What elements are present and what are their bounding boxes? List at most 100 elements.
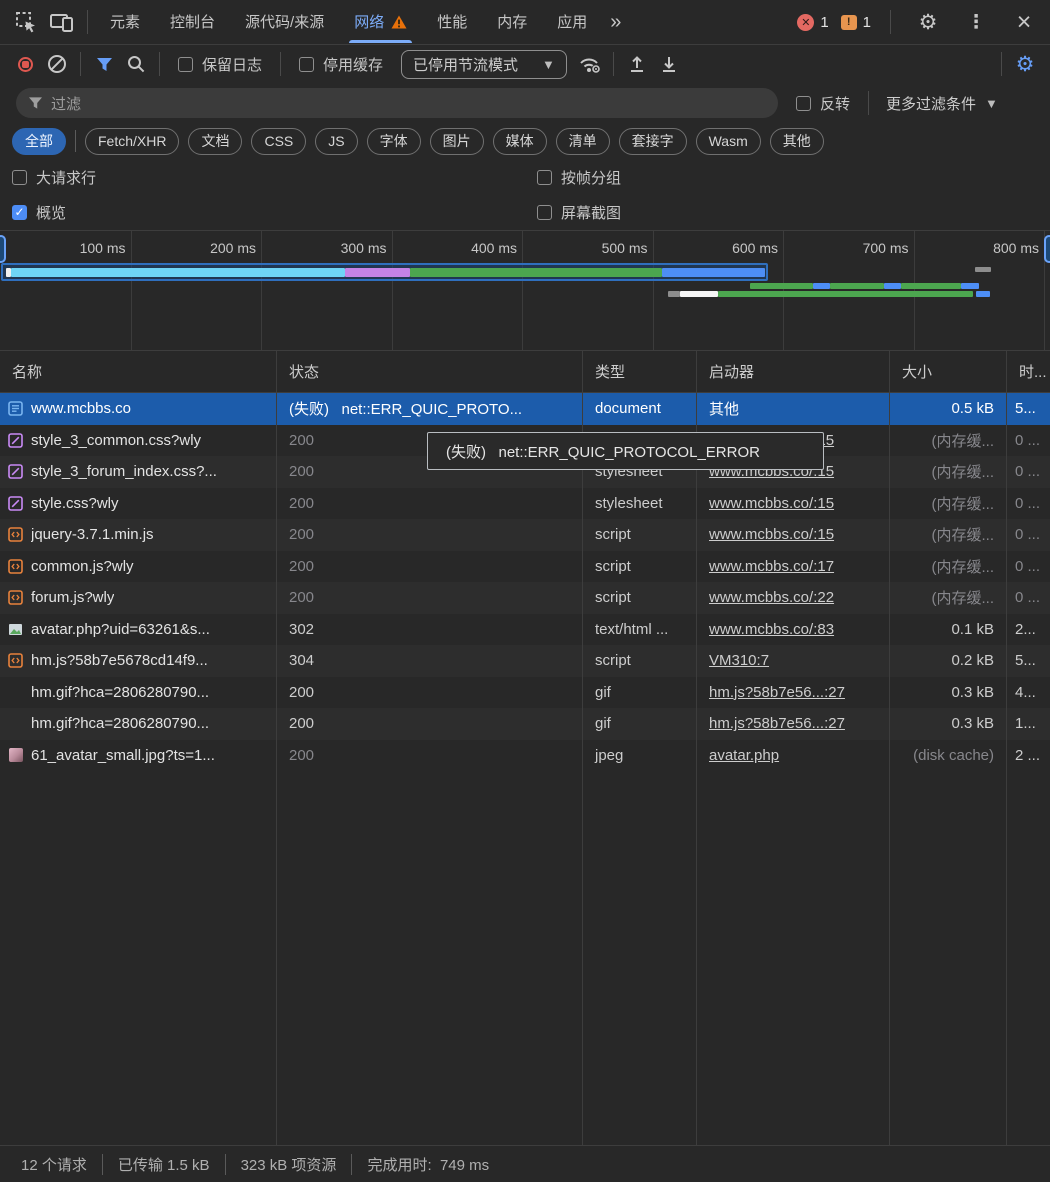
tab-elements[interactable]: 元素	[95, 0, 155, 43]
filter-funnel-icon	[97, 58, 112, 71]
tab-console[interactable]: 控制台	[155, 0, 230, 43]
filter-chip-doc[interactable]: 文档	[188, 128, 242, 155]
size-cell: 0.3 kB	[890, 708, 1007, 740]
size-cell: (内存缓...	[890, 519, 1007, 551]
request-name: style_3_forum_index.css?...	[31, 463, 217, 480]
initiator-link[interactable]: www.mcbbs.co/:15	[709, 495, 834, 512]
time-cell: 5...	[1007, 645, 1050, 677]
status-cell: 302	[277, 614, 583, 646]
filter-toggle-button[interactable]	[88, 49, 120, 79]
device-toolbar-icon[interactable]	[44, 4, 80, 40]
disable-cache-checkbox[interactable]: 停用缓存	[299, 54, 383, 75]
issue-badges: ✕ 1 ! 1 ⚙ ⋮ ×	[797, 4, 1042, 40]
network-settings-gear-icon[interactable]: ⚙	[1009, 49, 1041, 79]
network-conditions-button[interactable]	[574, 49, 606, 79]
request-name-cell: hm.gif?hca=2806280790...	[0, 677, 277, 709]
initiator-link[interactable]: www.mcbbs.co/:15	[709, 526, 834, 543]
table-row[interactable]: forum.js?wly200scriptwww.mcbbs.co/:22(内存…	[0, 582, 1050, 614]
close-icon[interactable]: ×	[1006, 4, 1042, 40]
inspect-element-icon[interactable]	[8, 4, 44, 40]
tab-memory[interactable]: 内存	[482, 0, 542, 43]
filter-placeholder: 过滤	[51, 93, 81, 114]
filter-chip-wasm[interactable]: Wasm	[696, 128, 761, 155]
overview-left-handle[interactable]	[0, 235, 6, 263]
table-row[interactable]: common.js?wly200scriptwww.mcbbs.co/:17(内…	[0, 551, 1050, 583]
record-button[interactable]	[9, 49, 41, 79]
search-icon	[127, 55, 145, 73]
column-header-initiator[interactable]: 启动器	[697, 351, 890, 392]
time-cell: 0 ...	[1007, 488, 1050, 520]
preserve-log-checkbox[interactable]: 保留日志	[178, 54, 262, 75]
overview-right-handle[interactable]	[1044, 235, 1050, 263]
screenshots-checkbox[interactable]: 屏幕截图	[537, 195, 1038, 230]
filter-chip-img[interactable]: 图片	[430, 128, 484, 155]
initiator-link[interactable]: VM310:7	[709, 652, 769, 669]
import-har-button[interactable]	[621, 49, 653, 79]
status-cell: 200	[277, 551, 583, 583]
overview-request-bar	[718, 291, 973, 297]
overview-track[interactable]: 100 ms200 ms300 ms400 ms500 ms600 ms700 …	[0, 231, 1050, 351]
filter-chip-manifest[interactable]: 清单	[556, 128, 610, 155]
filter-chip-media[interactable]: 媒体	[493, 128, 547, 155]
filter-chip-css[interactable]: CSS	[251, 128, 306, 155]
more-tabs-icon[interactable]: »	[602, 11, 629, 34]
filter-chip-font[interactable]: 字体	[367, 128, 421, 155]
tab-network[interactable]: 网络	[339, 0, 422, 43]
table-row[interactable]: avatar.php?uid=63261&s...302text/html ..…	[0, 614, 1050, 646]
tab-application[interactable]: 应用	[542, 0, 602, 43]
initiator-link[interactable]: avatar.php	[709, 747, 779, 764]
chip-label: 图片	[443, 131, 471, 151]
time-cell: 0 ...	[1007, 456, 1050, 488]
throttling-dropdown[interactable]: 已停用节流模式 ▼	[401, 50, 567, 79]
timeline-gridline	[522, 231, 523, 350]
filter-chip-fetch-xhr[interactable]: Fetch/XHR	[85, 128, 179, 155]
search-button[interactable]	[120, 49, 152, 79]
error-badge[interactable]: ✕ 1	[797, 14, 828, 31]
network-options: 大请求行 按帧分组 ✓ 概览 屏幕截图	[0, 159, 1050, 231]
error-count: 1	[820, 14, 828, 31]
initiator-cell: hm.js?58b7e56...:27	[697, 708, 890, 740]
more-options-icon[interactable]: ⋮	[958, 4, 994, 40]
table-row[interactable]: jquery-3.7.1.min.js200scriptwww.mcbbs.co…	[0, 519, 1050, 551]
overview-checkbox[interactable]: ✓ 概览	[12, 195, 537, 230]
warning-badge[interactable]: ! 1	[841, 14, 871, 31]
column-header-type[interactable]: 类型	[583, 351, 697, 392]
timeline-tick-label: 100 ms	[80, 240, 131, 256]
group-by-frame-checkbox[interactable]: 按帧分组	[537, 160, 1038, 195]
devtools-window: 元素控制台源代码/来源网络性能内存应用 » ✕ 1 ! 1 ⚙ ⋮ ×	[0, 0, 1050, 1182]
filter-chip-all[interactable]: 全部	[12, 128, 66, 155]
filter-chip-js[interactable]: JS	[315, 128, 357, 155]
initiator-link[interactable]: www.mcbbs.co/:17	[709, 558, 834, 575]
filter-chip-socket[interactable]: 套接字	[619, 128, 687, 155]
column-header-time[interactable]: 时...	[1007, 351, 1050, 392]
overview-request-bar	[410, 268, 662, 277]
column-header-name[interactable]: 名称	[0, 351, 277, 392]
tab-performance[interactable]: 性能	[422, 0, 482, 43]
table-row[interactable]: hm.gif?hca=2806280790...200gifhm.js?58b7…	[0, 677, 1050, 709]
filter-chip-other[interactable]: 其他	[770, 128, 824, 155]
initiator-link[interactable]: hm.js?58b7e56...:27	[709, 715, 845, 732]
initiator-link[interactable]: www.mcbbs.co/:83	[709, 621, 834, 638]
more-filters-label: 更多过滤条件	[886, 93, 976, 114]
more-filters-dropdown[interactable]: 更多过滤条件 ▼	[876, 93, 1008, 114]
settings-gear-icon[interactable]: ⚙	[910, 4, 946, 40]
initiator-link[interactable]: hm.js?58b7e56...:27	[709, 684, 845, 701]
overview-request-bar	[680, 291, 718, 297]
table-empty-area	[0, 771, 1050, 1145]
invert-checkbox[interactable]: 反转	[796, 93, 850, 114]
tab-sources[interactable]: 源代码/来源	[230, 0, 339, 43]
column-header-size[interactable]: 大小	[890, 351, 1007, 392]
column-header-status[interactable]: 状态	[277, 351, 583, 392]
table-row[interactable]: style.css?wly200stylesheetwww.mcbbs.co/:…	[0, 488, 1050, 520]
table-row[interactable]: www.mcbbs.co(失败) net::ERR_QUIC_PROTO...d…	[0, 393, 1050, 425]
big-request-rows-checkbox[interactable]: 大请求行	[12, 160, 537, 195]
table-row[interactable]: hm.gif?hca=2806280790...200gifhm.js?58b7…	[0, 708, 1050, 740]
initiator-link[interactable]: www.mcbbs.co/:22	[709, 589, 834, 606]
invert-label: 反转	[820, 93, 850, 114]
clear-button[interactable]	[41, 49, 73, 79]
filter-input[interactable]: 过滤	[16, 88, 778, 118]
table-row[interactable]: hm.js?58b7e5678cd14f9...304scriptVM310:7…	[0, 645, 1050, 677]
table-row[interactable]: 61_avatar_small.jpg?ts=1...200jpegavatar…	[0, 740, 1050, 772]
size-cell: (disk cache)	[890, 740, 1007, 772]
export-har-button[interactable]	[653, 49, 685, 79]
